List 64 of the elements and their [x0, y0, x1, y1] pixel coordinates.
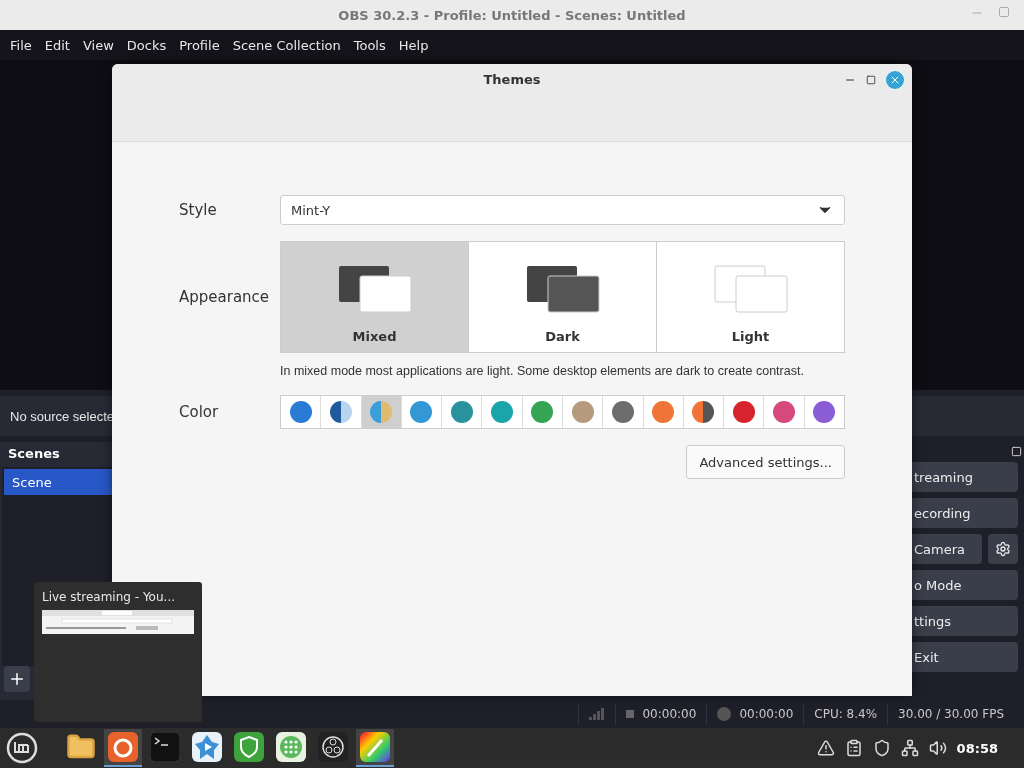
menu-item[interactable]: Docks	[126, 37, 167, 53]
menu-item[interactable]: Tools	[353, 37, 386, 53]
add-button[interactable]	[4, 666, 30, 692]
fps-reading: 30.00 / 30.00 FPS	[898, 707, 1004, 721]
color-swatch[interactable]	[401, 396, 443, 428]
window-title: OBS 30.2.3 - Profile: Untitled - Scenes: Untitled	[338, 7, 686, 23]
warning-icon[interactable]	[816, 739, 835, 757]
appearance-option[interactable]: Light	[657, 242, 844, 352]
color-swatch[interactable]	[281, 396, 322, 428]
clock[interactable]: 08:58	[956, 740, 998, 756]
maximize-button[interactable]	[866, 75, 876, 85]
option-label: Light	[731, 329, 770, 344]
color-swatch[interactable]	[804, 396, 844, 428]
color-label: Color	[179, 403, 220, 421]
undock-icon[interactable]	[1011, 446, 1022, 457]
color-swatch[interactable]	[603, 396, 644, 428]
menu-item[interactable]: View	[82, 37, 114, 53]
appearance-option[interactable]: Dark	[469, 242, 657, 352]
dialog-title: Themes	[483, 72, 541, 89]
option-label: Dark	[545, 329, 580, 344]
settings-icon	[995, 541, 1011, 557]
record-time: 00:00:00	[739, 707, 794, 721]
menu-logo-icon[interactable]	[6, 732, 38, 764]
close-button[interactable]	[886, 71, 904, 89]
maximize-icon	[866, 75, 876, 85]
shield-icon[interactable]	[872, 739, 891, 757]
color-swatch[interactable]	[482, 396, 523, 428]
menu-item[interactable]: Scene Collection	[232, 37, 341, 53]
stream-time: 00:00:00	[642, 707, 697, 721]
style-label: Style	[179, 201, 218, 219]
record-icon	[717, 707, 732, 721]
color-swatch[interactable]	[764, 396, 805, 428]
menu-item[interactable]: File	[10, 37, 32, 53]
appearance-description: In mixed mode most applications are light. Some desktop elements are dark to create contrast.	[280, 363, 805, 379]
menu-item[interactable]: Profile	[179, 37, 220, 53]
close-icon	[889, 74, 901, 86]
color-swatch[interactable]	[522, 396, 563, 428]
network-icon[interactable]	[900, 739, 919, 757]
style-dropdown[interactable]: Mint-Y	[280, 195, 845, 225]
dock-title: Scenes	[7, 445, 61, 463]
color-swatch[interactable]	[562, 396, 604, 428]
color-swatch[interactable]	[724, 396, 765, 428]
appearance-label: Appearance	[179, 288, 271, 306]
option-label: Mixed	[352, 329, 397, 344]
plus-icon	[8, 670, 26, 688]
signal-icon	[589, 708, 606, 720]
menu-item[interactable]: Edit	[44, 37, 70, 53]
menu-item[interactable]: Help	[398, 37, 429, 53]
stream-icon	[626, 710, 635, 718]
settings-button[interactable]	[988, 534, 1018, 564]
clipboard-icon[interactable]	[844, 739, 863, 757]
color-swatch[interactable]	[643, 396, 684, 428]
volume-icon[interactable]	[928, 739, 947, 757]
window-theme-icon	[525, 265, 600, 313]
color-swatch[interactable]	[321, 396, 362, 428]
color-swatch[interactable]	[683, 396, 725, 428]
popup-title: Live streaming - You...	[42, 590, 176, 604]
advanced-settings-button[interactable]: Advanced settings...	[686, 445, 845, 479]
window-theme-icon	[713, 265, 788, 313]
color-swatch[interactable]	[361, 396, 402, 428]
appearance-option[interactable]: Mixed	[281, 242, 469, 352]
color-swatch[interactable]	[442, 396, 483, 428]
window-theme-icon	[337, 265, 412, 313]
cpu-usage: CPU: 8.4%	[814, 707, 878, 721]
